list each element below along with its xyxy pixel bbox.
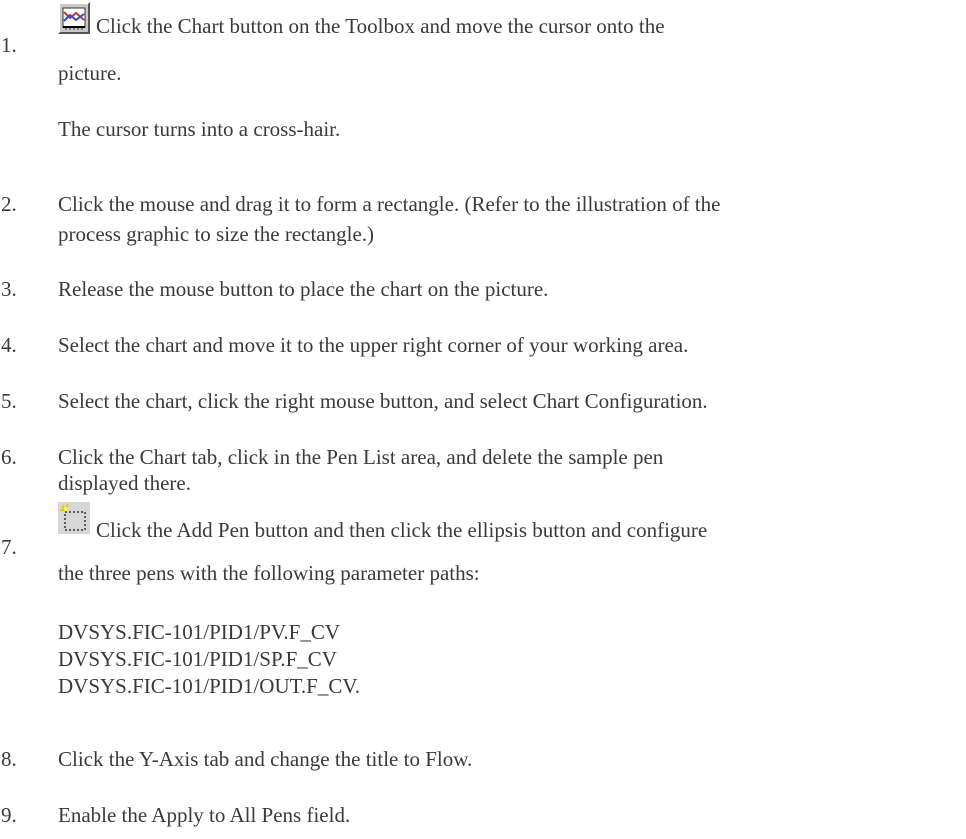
chart-button-icon	[58, 2, 90, 34]
step-number: 5.	[1, 389, 17, 413]
add-pen-button-icon	[58, 502, 90, 534]
step-number: 7.	[1, 535, 17, 559]
parameter-path: DVSYS.FIC-101/PID1/OUT.F_CV.	[58, 674, 361, 698]
step-number: 2.	[1, 192, 17, 216]
step-number: 3.	[1, 277, 17, 301]
step-1-continuation: picture.	[58, 61, 122, 85]
step-1-text: Click the Chart button on the Toolbox an…	[96, 14, 665, 38]
parameter-path: DVSYS.FIC-101/PID1/SP.F_CV	[58, 647, 337, 671]
step-8-text: Click the Y-Axis tab and change the titl…	[58, 747, 473, 771]
step-7-continuation: the three pens with the following parame…	[58, 561, 480, 585]
step-4-text: Select the chart and move it to the uppe…	[58, 333, 689, 357]
step-2-line-1: Click the mouse and drag it to form a re…	[58, 192, 721, 216]
step-5-text: Select the chart, click the right mouse …	[58, 389, 708, 413]
step-number: 1.	[1, 33, 17, 57]
step-number: 8.	[1, 747, 17, 771]
step-7-text: Click the Add Pen button and then click …	[96, 518, 708, 542]
step-1-note: The cursor turns into a cross-hair.	[58, 117, 341, 141]
step-number: 9.	[1, 803, 17, 827]
step-number: 6.	[1, 445, 17, 469]
step-number: 4.	[1, 333, 17, 357]
step-3-text: Release the mouse button to place the ch…	[58, 277, 549, 301]
step-6-line-1: Click the Chart tab, click in the Pen Li…	[58, 445, 664, 469]
step-2-line-2: process graphic to size the rectangle.)	[58, 222, 375, 246]
parameter-path: DVSYS.FIC-101/PID1/PV.F_CV	[58, 620, 341, 644]
step-6-line-2: displayed there.	[58, 471, 191, 495]
parameter-paths: DVSYS.FIC-101/PID1/PV.F_CV DVSYS.FIC-101…	[58, 619, 360, 700]
step-9-text: Enable the Apply to All Pens field.	[58, 803, 351, 827]
